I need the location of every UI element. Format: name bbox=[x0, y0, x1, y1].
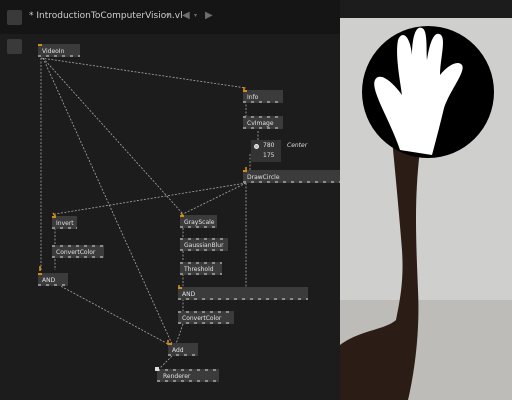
patch-canvas[interactable]: VideoIn Info CvImage 780 175 Center Draw… bbox=[0, 34, 340, 400]
node-and-main[interactable]: AND bbox=[178, 287, 308, 300]
node-drawcircle[interactable]: DrawCircle bbox=[243, 170, 340, 183]
menu-button[interactable] bbox=[7, 10, 22, 25]
node-cvimage[interactable]: CvImage bbox=[243, 116, 283, 129]
node-add[interactable]: Add bbox=[168, 343, 198, 356]
wire bbox=[40, 57, 247, 89]
iobox-x[interactable]: 780 bbox=[263, 141, 281, 151]
wire bbox=[54, 282, 169, 345]
node-threshold[interactable]: Threshold bbox=[180, 262, 222, 275]
iobox-y[interactable]: 175 bbox=[263, 151, 281, 161]
wire bbox=[54, 182, 247, 215]
node-convertcolor-left[interactable]: ConvertColor bbox=[52, 245, 104, 258]
wire bbox=[182, 182, 247, 215]
wire bbox=[42, 57, 173, 345]
node-grayscale[interactable]: GrayScale bbox=[180, 215, 217, 228]
patch-editor: * IntroductionToComputerVision.vl ▾ ◀ ▾ … bbox=[0, 0, 340, 400]
node-invert[interactable]: Invert bbox=[52, 216, 77, 229]
camera-view bbox=[340, 18, 512, 400]
renderer-output bbox=[340, 0, 512, 400]
pad-label: Center bbox=[287, 142, 308, 149]
node-info[interactable]: Info bbox=[243, 90, 283, 103]
title-bar: * IntroductionToComputerVision.vl ▾ ◀ ▾ … bbox=[0, 0, 340, 34]
arrow-right-icon[interactable]: ▶ bbox=[205, 10, 213, 22]
wire bbox=[42, 57, 184, 215]
document-title[interactable]: * IntroductionToComputerVision.vl bbox=[29, 11, 183, 21]
caret-down-icon[interactable]: ▾ bbox=[166, 11, 170, 20]
wire bbox=[159, 355, 173, 369]
chevron-down-icon[interactable]: ▾ bbox=[194, 10, 197, 22]
arrow-left-icon[interactable]: ◀ bbox=[182, 10, 190, 22]
node-videoin[interactable]: VideoIn bbox=[38, 44, 80, 57]
renderer-pin-icon bbox=[155, 367, 159, 371]
center-iobox[interactable]: 780 175 bbox=[251, 140, 281, 162]
pin-icon bbox=[254, 144, 259, 149]
wire bbox=[175, 323, 184, 345]
node-convertcolor-right[interactable]: ConvertColor bbox=[178, 311, 234, 324]
node-and-left[interactable]: AND bbox=[38, 273, 68, 286]
node-renderer[interactable]: Renderer bbox=[157, 369, 219, 382]
node-gaussianblur[interactable]: GaussianBlur bbox=[180, 238, 228, 251]
